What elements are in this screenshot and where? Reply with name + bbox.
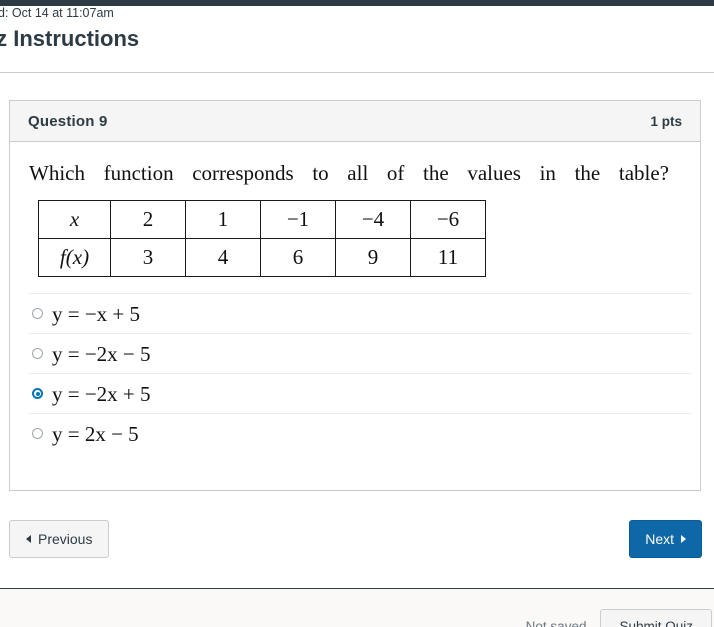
radio-button-icon[interactable] [32,428,43,439]
radio-button-icon[interactable] [32,348,43,359]
question-card: Question 9 1 pts Which function correspo… [9,100,701,491]
quiz-navigation: Previous Next [9,520,702,558]
quiz-due-label: d: Oct 14 at 11:07am [0,6,114,20]
question-body: Which function corresponds to all of the… [10,142,700,453]
question-points-label: 1 pts [650,113,682,129]
table-cell: −4 [335,200,411,239]
table-cell: 11 [410,238,486,277]
table-cell: 9 [335,238,411,277]
quiz-footer: Not saved Submit Quiz [0,588,714,627]
submit-quiz-button[interactable]: Submit Quiz [600,609,712,627]
answer-option-3[interactable]: y = −2x + 5 [29,373,691,413]
table-row-label: f(x) [38,238,111,277]
table-row-label: x [38,200,111,239]
table-cell: −6 [410,200,486,239]
previous-question-button[interactable]: Previous [9,520,110,558]
table-cell: −1 [260,200,336,239]
table-row: f(x) 3 4 6 9 11 [38,238,486,277]
values-table: x 2 1 −1 −4 −6 f(x) 3 4 6 9 11 [38,200,486,277]
table-row: x 2 1 −1 −4 −6 [38,200,486,239]
quiz-due-text: d: Oct 14 at 11:07am [0,4,714,22]
next-button-label: Next [645,531,674,547]
page-title: iz Instructions [0,26,140,51]
table-cell: 2 [110,200,186,239]
answer-option-label: y = −2x + 5 [52,381,151,406]
submit-quiz-label: Submit Quiz [619,618,693,627]
arrow-right-icon [681,535,686,543]
answer-option-label: y = −2x − 5 [52,341,151,366]
table-cell: 3 [110,238,186,277]
table-cell: 4 [185,238,261,277]
question-header: Question 9 1 pts [10,101,700,142]
radio-button-selected-icon[interactable] [32,388,43,399]
title-divider [0,72,714,73]
next-question-button[interactable]: Next [629,520,702,558]
answer-option-label: y = −x + 5 [52,301,141,326]
radio-button-icon[interactable] [32,308,43,319]
arrow-left-icon [26,535,31,543]
answer-option-2[interactable]: y = −2x − 5 [29,333,691,373]
question-number-label: Question 9 [28,112,108,130]
previous-button-label: Previous [38,531,93,547]
table-cell: 1 [185,200,261,239]
footer-actions: Not saved Submit Quiz [526,609,714,627]
answer-option-4[interactable]: y = 2x − 5 [29,413,691,453]
save-status-label: Not saved [525,618,587,627]
table-cell: 6 [260,238,336,277]
answer-option-label: y = 2x − 5 [52,421,139,446]
question-prompt: Which function corresponds to all of the… [29,161,669,185]
quiz-page: d: Oct 14 at 11:07am iz Instructions Que… [0,0,714,627]
answer-options: y = −x + 5 y = −2x − 5 y = −2x + 5 y = 2… [29,293,691,453]
answer-option-1[interactable]: y = −x + 5 [29,293,691,333]
